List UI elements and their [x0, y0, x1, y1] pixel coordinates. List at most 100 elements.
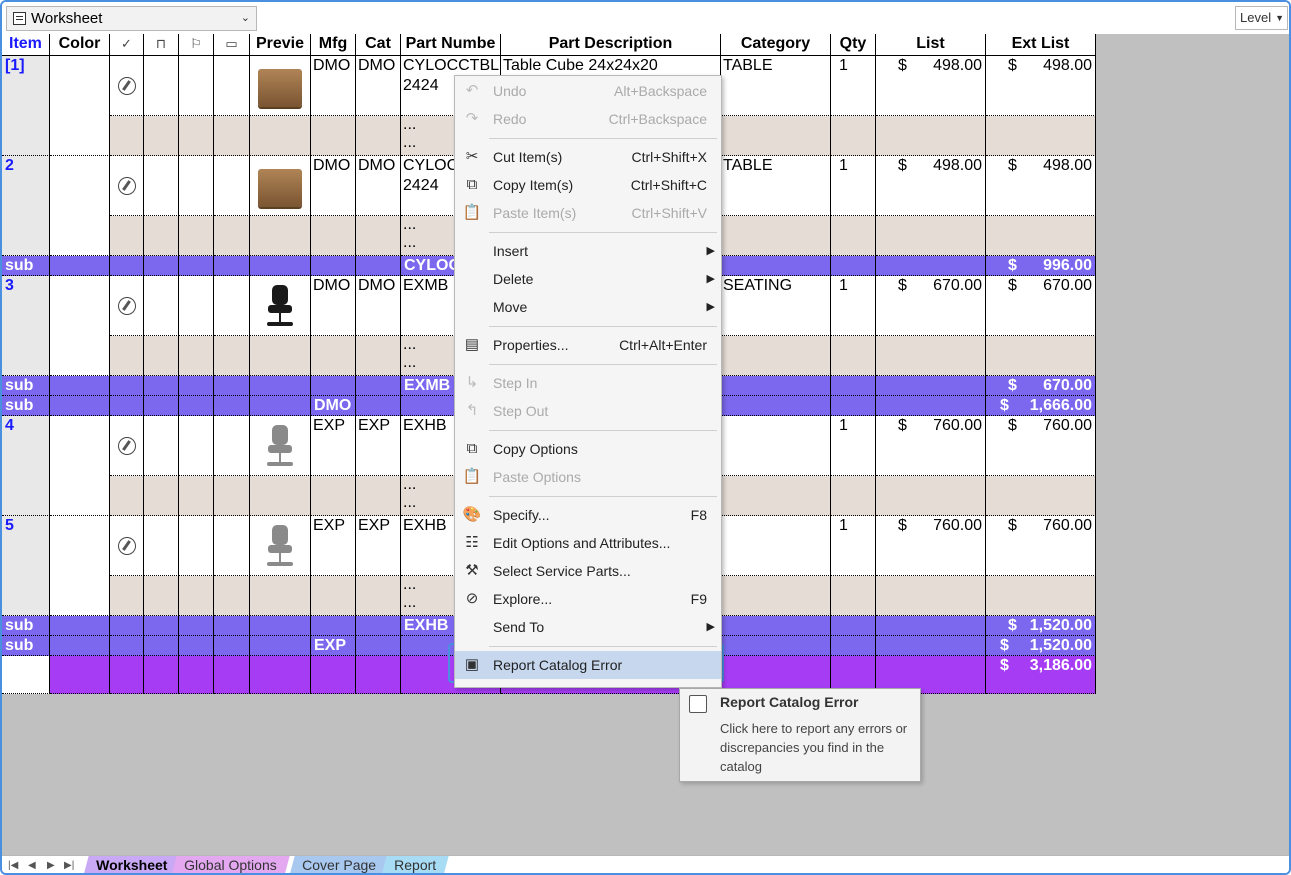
detail-cell-preview[interactable]: [250, 576, 311, 616]
subtotal-cell-flag[interactable]: [179, 616, 214, 636]
row-cell-note[interactable]: [214, 416, 250, 476]
total-cell-note[interactable]: [214, 656, 250, 694]
item-number-cell[interactable]: [1]: [2, 56, 50, 156]
subtotal-cell-list[interactable]: [876, 376, 986, 396]
subtotal-cell-lock[interactable]: [144, 256, 179, 276]
detail-cell-lock[interactable]: [144, 216, 179, 256]
subtotal-cell-mfg[interactable]: DMO: [311, 396, 356, 416]
detail-cell-list[interactable]: [876, 216, 986, 256]
detail-cell-category[interactable]: [721, 116, 831, 156]
row-cell-preview[interactable]: [250, 156, 311, 216]
row-cell-ext[interactable]: $498.00: [986, 156, 1096, 216]
row-cell-flag[interactable]: [179, 516, 214, 576]
first-sheet-icon[interactable]: |◀: [8, 856, 18, 873]
subtotal-cell-preview[interactable]: [250, 396, 311, 416]
color-cell[interactable]: [50, 156, 110, 256]
subtotal-cell-ext[interactable]: $1,666.00: [986, 396, 1096, 416]
subtotal-cell-lock[interactable]: [144, 616, 179, 636]
detail-cell-note[interactable]: [214, 216, 250, 256]
detail-cell-category[interactable]: [721, 576, 831, 616]
subtotal-cell-mfg[interactable]: EXP: [311, 636, 356, 656]
detail-cell-mfg[interactable]: [311, 476, 356, 516]
column-header-color[interactable]: Color: [50, 34, 110, 56]
menu-item-explore[interactable]: ⊘ Explore... F9: [455, 585, 721, 613]
subtotal-cell-ext[interactable]: $1,520.00: [986, 616, 1096, 636]
sheet-selector[interactable]: Worksheet ⌄: [6, 6, 257, 31]
color-cell[interactable]: [50, 516, 110, 616]
subtotal-cell-category[interactable]: [721, 396, 831, 416]
row-cell-check[interactable]: [110, 156, 144, 216]
total-cell-check[interactable]: [110, 656, 144, 694]
detail-cell-lock[interactable]: [144, 576, 179, 616]
detail-cell-preview[interactable]: [250, 476, 311, 516]
row-cell-ext[interactable]: $670.00: [986, 276, 1096, 336]
subtotal-cell-note[interactable]: [214, 636, 250, 656]
detail-cell-list[interactable]: [876, 476, 986, 516]
subtotal-cell-color[interactable]: [50, 616, 110, 636]
row-cell-ext[interactable]: $760.00: [986, 416, 1096, 476]
tab-worksheet[interactable]: Worksheet: [83, 856, 181, 873]
specify-icon[interactable]: [118, 77, 136, 95]
subtotal-cell-note[interactable]: [214, 256, 250, 276]
total-cell-lock[interactable]: [144, 656, 179, 694]
subtotal-cell-flag[interactable]: [179, 636, 214, 656]
menu-item-step-out[interactable]: ↰ Step Out: [455, 397, 721, 425]
subtotal-cell-check[interactable]: [110, 616, 144, 636]
detail-cell-preview[interactable]: [250, 116, 311, 156]
subtotal-cell-lock[interactable]: [144, 376, 179, 396]
subtotal-cell-preview[interactable]: [250, 636, 311, 656]
row-cell-category[interactable]: [721, 516, 831, 576]
item-number-cell[interactable]: 5: [2, 516, 50, 616]
subtotal-cell-item[interactable]: sub: [2, 636, 50, 656]
item-number-cell[interactable]: 4: [2, 416, 50, 516]
subtotal-cell-color[interactable]: [50, 396, 110, 416]
detail-cell-note[interactable]: [214, 336, 250, 376]
row-cell-note[interactable]: [214, 516, 250, 576]
column-header-cat[interactable]: Cat: [356, 34, 401, 56]
menu-item-paste-options[interactable]: 📋 Paste Options: [455, 463, 721, 491]
row-cell-category[interactable]: TABLE: [721, 56, 831, 116]
subtotal-cell-list[interactable]: [876, 636, 986, 656]
subtotal-cell-list[interactable]: [876, 616, 986, 636]
subtotal-cell-cat[interactable]: [356, 396, 401, 416]
menu-item-report[interactable]: ▣ Report Catalog Error: [455, 651, 721, 679]
subtotal-cell-category[interactable]: [721, 376, 831, 396]
subtotal-cell-ext[interactable]: $996.00: [986, 256, 1096, 276]
detail-cell-ext[interactable]: [986, 576, 1096, 616]
subtotal-cell-preview[interactable]: [250, 256, 311, 276]
subtotal-cell-qty[interactable]: [831, 396, 876, 416]
last-sheet-icon[interactable]: ▶|: [64, 856, 74, 873]
row-cell-list[interactable]: $498.00: [876, 56, 986, 116]
menu-item-copy[interactable]: ⧉ Copy Item(s) Ctrl+Shift+C: [455, 171, 721, 199]
detail-cell-qty[interactable]: [831, 116, 876, 156]
color-cell[interactable]: [50, 276, 110, 376]
row-cell-category[interactable]: TABLE: [721, 156, 831, 216]
row-cell-cat[interactable]: DMO: [356, 56, 401, 116]
row-cell-note[interactable]: [214, 56, 250, 116]
total-cell-flag[interactable]: [179, 656, 214, 694]
row-cell-preview[interactable]: [250, 416, 311, 476]
tab-cover-page[interactable]: Cover Page: [289, 856, 389, 873]
menu-item-edit-options[interactable]: ☷ Edit Options and Attributes...: [455, 529, 721, 557]
detail-cell-list[interactable]: [876, 336, 986, 376]
detail-cell-list[interactable]: [876, 116, 986, 156]
subtotal-cell-color[interactable]: [50, 376, 110, 396]
detail-cell-note[interactable]: [214, 476, 250, 516]
detail-cell-flag[interactable]: [179, 576, 214, 616]
row-cell-note[interactable]: [214, 156, 250, 216]
row-cell-preview[interactable]: [250, 56, 311, 116]
detail-cell-category[interactable]: [721, 336, 831, 376]
row-cell-list[interactable]: $670.00: [876, 276, 986, 336]
subtotal-cell-flag[interactable]: [179, 256, 214, 276]
subtotal-cell-preview[interactable]: [250, 376, 311, 396]
row-cell-mfg[interactable]: EXP: [311, 416, 356, 476]
subtotal-cell-category[interactable]: [721, 636, 831, 656]
detail-cell-cat[interactable]: [356, 576, 401, 616]
detail-cell-category[interactable]: [721, 476, 831, 516]
subtotal-cell-category[interactable]: [721, 616, 831, 636]
detail-cell-check[interactable]: [110, 116, 144, 156]
row-cell-lock[interactable]: [144, 276, 179, 336]
specify-icon[interactable]: [118, 437, 136, 455]
detail-cell-qty[interactable]: [831, 576, 876, 616]
subtotal-cell-flag[interactable]: [179, 376, 214, 396]
